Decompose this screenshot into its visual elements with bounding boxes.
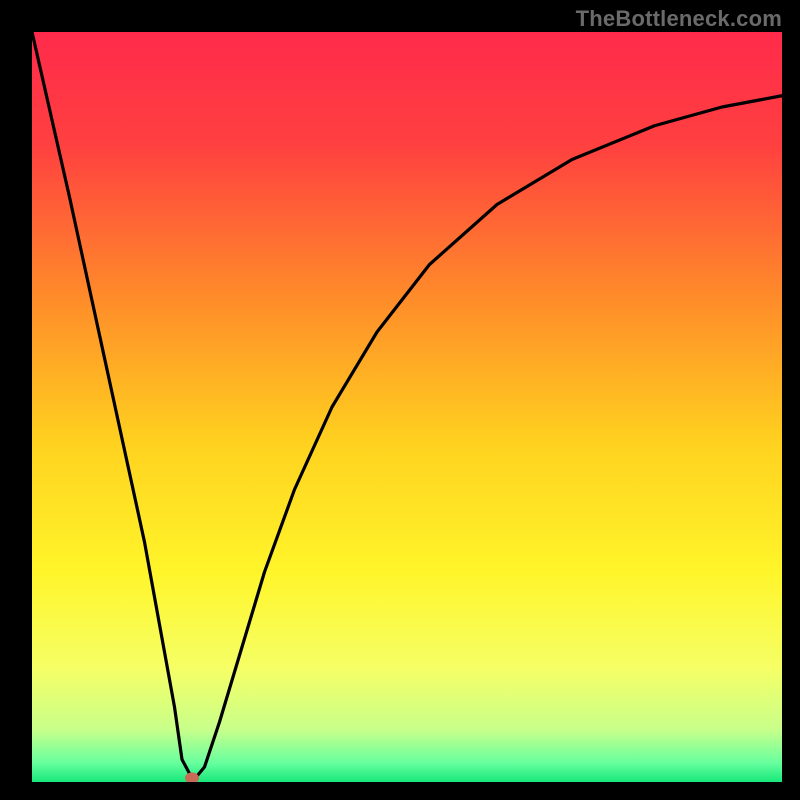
bottleneck-curve	[32, 32, 782, 782]
watermark-text: TheBottleneck.com	[576, 6, 782, 32]
plot-area	[32, 32, 782, 782]
chart-frame: TheBottleneck.com	[0, 0, 800, 800]
optimal-point-marker	[185, 772, 199, 782]
